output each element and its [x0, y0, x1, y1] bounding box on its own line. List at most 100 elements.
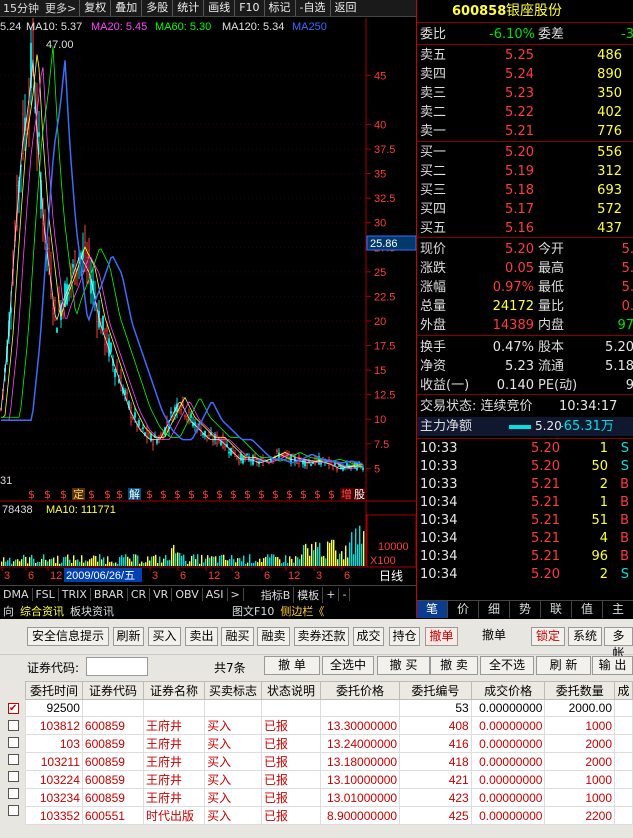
order-row[interactable]: 103224 600859 王府井 买入 已报 13.10000000 421 0.00000… [25, 770, 633, 789]
trade-btn-6[interactable]: 卖券还款 [294, 627, 349, 646]
filter-btn-6[interactable]: 输 出 [592, 656, 633, 675]
row-checkbox[interactable] [8, 805, 19, 816]
trade-btn-9[interactable]: 撤单 [425, 627, 458, 646]
col-header[interactable]: 委托时间 [25, 681, 83, 700]
multi-stock-button[interactable]: 多股 [141, 0, 172, 16]
bid-row[interactable]: 买三 5.18 693 [417, 181, 633, 200]
trade-btn-5[interactable]: 融卖 [257, 627, 290, 646]
kline-chart[interactable]: 454037.53532.53027.52522.52017.51512.510… [0, 18, 416, 585]
trade-btn-7[interactable]: 成交 [353, 627, 384, 646]
volume-bar [69, 559, 71, 566]
filter-btn-4[interactable]: 全不选 [480, 656, 534, 675]
tick-tab[interactable]: 值 [572, 601, 603, 618]
trade-btn-13[interactable]: 多帐 [604, 627, 633, 660]
sidebar-toggle[interactable]: 侧边栏《 [277, 603, 327, 619]
fuquan-button[interactable]: 复权 [79, 0, 110, 16]
overlay-button[interactable]: 叠加 [110, 0, 141, 16]
tick-tab[interactable]: 价 [448, 601, 479, 618]
more-button[interactable]: 更多> [42, 0, 79, 16]
tab-direction[interactable]: 向 [0, 603, 17, 619]
col-header[interactable]: 委托数量 [544, 681, 616, 700]
col-header[interactable]: 成 [614, 681, 633, 700]
tab-indicator-b[interactable]: 指标B [258, 586, 295, 603]
tab-f10-graphic[interactable]: 图文F10 [229, 603, 277, 619]
trade-btn-11[interactable]: 锁定 [531, 627, 565, 646]
tick-tab[interactable]: 细 [479, 601, 510, 618]
order-row[interactable]: 103211 600859 王府井 买入 已报 13.18000000 418 0.00000… [25, 752, 633, 771]
tab-sector-news[interactable]: 板块资讯 [67, 603, 117, 619]
trade-btn-3[interactable]: 卖出 [185, 627, 218, 646]
watchlist-button[interactable]: -自选 [294, 0, 330, 16]
tab-next[interactable]: > [228, 588, 244, 601]
bid-row[interactable]: 买二 5.19 312 [417, 162, 633, 181]
volume-bar [319, 542, 321, 566]
ask-row[interactable]: 卖四 5.24 890 [417, 65, 633, 84]
col-header[interactable]: 状态说明 [261, 681, 321, 700]
bid-row[interactable]: 买五 5.16 437 [417, 219, 633, 238]
tab-news[interactable]: 综合资讯 [17, 603, 67, 619]
daily-button[interactable]: 日线 [379, 569, 403, 583]
tick-tab[interactable]: 笔 [417, 601, 448, 618]
filter-btn-0[interactable]: 撤 单 [264, 656, 320, 675]
col-header[interactable]: 买卖标志 [204, 681, 262, 700]
trade-btn-4[interactable]: 融买 [221, 627, 254, 646]
trade-btn-12[interactable]: 系统 [568, 627, 602, 646]
row-checkbox[interactable] [8, 720, 19, 731]
filter-btn-5[interactable]: 刷 新 [536, 656, 591, 675]
tab-obv[interactable]: OBV [172, 588, 203, 601]
tab-vr[interactable]: VR [150, 588, 173, 601]
col-header[interactable]: 成交价格 [470, 681, 546, 700]
tick-tab[interactable]: 联 [541, 601, 572, 618]
trade-btn-10[interactable]: 撤单 [474, 627, 514, 646]
trade-btn-8[interactable]: 持仓 [389, 627, 420, 646]
mark-button[interactable]: 标记 [263, 0, 295, 16]
back-button[interactable]: 返回 [329, 0, 361, 16]
bid-row[interactable]: 买四 5.17 572 [417, 200, 633, 219]
filter-btn-1[interactable]: 全选中 [322, 656, 374, 675]
order-row[interactable]: 103812 600859 王府井 买入 已报 13.30000000 408 0.00000… [25, 716, 633, 735]
tick-tab[interactable]: 主 [603, 601, 633, 618]
tab-brar[interactable]: BRAR [91, 588, 128, 601]
row-checkbox[interactable]: ✔ [8, 703, 19, 714]
f10-button[interactable]: F10 [234, 0, 263, 16]
tab-template[interactable]: 模板 [294, 586, 324, 603]
row-checkbox[interactable] [8, 737, 19, 748]
filter-btn-2[interactable]: 撤 买 [377, 656, 430, 675]
quote-label: 总量 [420, 299, 447, 314]
row-checkbox[interactable] [8, 788, 19, 799]
tick-tab[interactable]: 势 [510, 601, 541, 618]
col-header[interactable]: 委托编号 [399, 681, 472, 700]
row-checkbox[interactable] [8, 754, 19, 765]
col-header[interactable]: 委托价格 [319, 681, 401, 700]
tab-asi[interactable]: ASI [203, 588, 228, 601]
trade-btn-0[interactable]: 安全信息提示 [27, 627, 109, 646]
draw-line-button[interactable]: 画线 [203, 0, 234, 16]
order-row[interactable]: 103352 600551 时代出版 买入 已报 8.900000000 425 0.0000… [25, 806, 633, 825]
bid-row[interactable]: 买一 5.20 556 [417, 143, 633, 162]
col-header[interactable]: 证券名称 [142, 681, 206, 700]
col-header[interactable]: 证券代码 [81, 681, 145, 700]
trade-btn-1[interactable]: 刷新 [113, 627, 144, 646]
ask-row[interactable]: 卖三 5.23 350 [417, 84, 633, 103]
ask-row[interactable]: 卖二 5.22 402 [417, 103, 633, 122]
ask-row[interactable]: 卖一 5.21 776 [417, 122, 633, 141]
period-selector[interactable]: 15分钟 [0, 0, 42, 16]
candle-body [220, 441, 222, 446]
tab-cr[interactable]: CR [128, 588, 151, 601]
tab-fsl[interactable]: FSL [33, 588, 59, 601]
ask-row[interactable]: 卖五 5.25 486 [417, 46, 633, 65]
tab-dma[interactable]: DMA [0, 588, 33, 601]
stats-button[interactable]: 统计 [172, 0, 203, 16]
code-input[interactable] [86, 657, 148, 676]
filter-btn-3[interactable]: 撤 卖 [430, 656, 478, 675]
order-row[interactable]: 92500 53 0.00000000 2000.00 [25, 699, 633, 717]
y-tick-label: 40 [374, 119, 386, 131]
tab-minus[interactable]: - [339, 588, 351, 601]
tab-plus[interactable]: + [323, 588, 340, 601]
tab-trix[interactable]: TRIX [59, 588, 91, 601]
order-row[interactable]: 103 600859 王府井 买入 已报 13.24000000 416 0.00000000… [25, 734, 633, 753]
trade-btn-2[interactable]: 买入 [148, 627, 181, 646]
row-checkbox[interactable] [8, 771, 19, 782]
order-row[interactable]: 103234 600859 王府井 买入 已报 13.01000000 423 0.00000… [25, 788, 633, 807]
volume-bar [287, 562, 289, 566]
